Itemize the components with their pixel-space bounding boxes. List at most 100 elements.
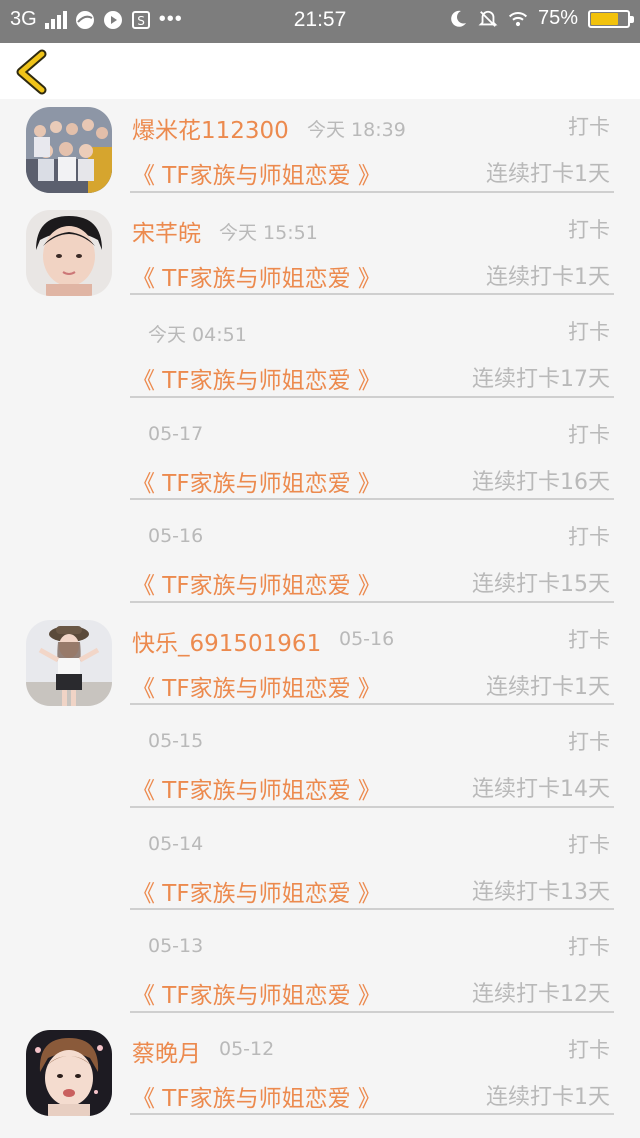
row-divider [130,1010,614,1013]
row-divider [130,293,614,295]
girl-avatar[interactable] [26,209,112,296]
streak-text: 连续打卡17天 [472,367,610,392]
checkin-time: 05-14 [148,832,204,855]
mute-icon [478,9,498,29]
row-divider [130,703,614,705]
checkin-time: 05-16 [339,627,395,650]
book-title[interactable]: 《 TF家族与师姐恋爱 》 [132,259,381,293]
checkin-label: 打卡 [568,832,610,857]
row-header: 05-16 打卡 [132,521,610,551]
moon-icon [448,9,468,29]
streak-text: 连续打卡14天 [472,777,610,802]
book-title[interactable]: 《 TF家族与师姐恋爱 》 [132,874,381,908]
top-nav [0,43,640,99]
checkin-time: 今天 18:39 [307,119,406,141]
checkin-time: 05-17 [148,422,204,445]
checkin-label: 打卡 [568,525,610,549]
wifi-icon [508,9,528,29]
checkin-time: 05-12 [219,1037,275,1060]
status-right: 75% [448,7,634,30]
checkin-time: 05-16 [148,525,204,547]
row-divider [130,395,614,398]
row-body: 《 TF家族与师姐恋爱 》 连续打卡15天 [132,566,610,599]
checkin-time: 05-15 [148,730,204,752]
book-title[interactable]: 《 TF家族与师姐恋爱 》 [132,464,381,498]
checkin-label: 打卡 [568,1037,610,1062]
book-title[interactable]: 《 TF家族与师姐恋爱 》 [132,976,381,1010]
row-body: 《 TF家族与师姐恋爱 》 连续打卡1天 [132,156,610,189]
row-header: 快乐_691501961 05-16 打卡 [132,624,610,657]
username[interactable]: 蔡晚月 [132,1034,201,1068]
row-body: 《 TF家族与师姐恋爱 》 连续打卡17天 [132,361,610,394]
battery-percent: 75% [537,7,578,29]
streak-text: 连续打卡1天 [486,674,610,700]
streak-text: 连续打卡13天 [472,879,610,905]
streak-text: 连续打卡1天 [486,1084,610,1110]
username[interactable]: 爆米花112300 [132,111,289,145]
row-body: 《 TF家族与师姐恋爱 》 连续打卡12天 [132,976,610,1009]
checkin-row[interactable]: 05-14 打卡 《 TF家族与师姐恋爱 》 连续打卡13天 [0,817,640,920]
checkin-row[interactable]: 快乐_691501961 05-16 打卡 《 TF家族与师姐恋爱 》 连续打卡… [0,612,640,715]
checkin-label: 打卡 [568,320,610,344]
username[interactable]: 快乐_691501961 [132,624,321,658]
username[interactable]: 宋芊皖 [132,214,201,248]
row-header: 05-17 打卡 [132,419,610,449]
row-divider [130,600,614,603]
row-body: 《 TF家族与师姐恋爱 》 连续打卡14天 [132,771,610,804]
checkin-time: 05-13 [148,935,204,957]
battery-icon [588,9,634,28]
row-header: 爆米花112300 今天 18:39 打卡 [132,111,610,144]
checkin-list: 爆米花112300 今天 18:39 打卡 《 TF家族与师姐恋爱 》 连续打卡… [0,99,640,1124]
book-title[interactable]: 《 TF家族与师姐恋爱 》 [132,566,381,600]
checkin-row[interactable]: 蔡晚月 05-12 打卡 《 TF家族与师姐恋爱 》 连续打卡1天 [0,1022,640,1125]
row-header: 05-13 打卡 [132,931,610,961]
row-divider [130,190,614,193]
back-button[interactable] [12,49,56,95]
row-header: 蔡晚月 05-12 打卡 [132,1034,610,1067]
row-divider [130,498,614,500]
streak-text: 连续打卡1天 [486,264,610,290]
row-divider [130,908,614,910]
streak-text: 连续打卡15天 [472,572,610,597]
book-title[interactable]: 《 TF家族与师姐恋爱 》 [132,669,381,703]
hat-girl-avatar[interactable] [26,619,112,706]
checkin-label: 打卡 [568,217,610,242]
book-title[interactable]: 《 TF家族与师姐恋爱 》 [132,1079,381,1113]
checkin-row[interactable]: 05-13 打卡 《 TF家族与师姐恋爱 》 连续打卡12天 [0,919,640,1022]
checkin-time: 今天 04:51 [148,324,247,346]
checkin-row[interactable]: 05-17 打卡 《 TF家族与师姐恋爱 》 连续打卡16天 [0,407,640,510]
book-title[interactable]: 《 TF家族与师姐恋爱 》 [132,156,381,190]
row-body: 《 TF家族与师姐恋爱 》 连续打卡1天 [132,259,610,292]
checkin-label: 打卡 [568,422,610,447]
chevron-left-icon [16,49,47,95]
row-body: 《 TF家族与师姐恋爱 》 连续打卡13天 [132,874,610,907]
streak-text: 连续打卡16天 [472,469,610,495]
row-header: 05-15 打卡 [132,726,610,756]
checkin-label: 打卡 [568,935,610,959]
row-header: 今天 04:51 打卡 [132,316,610,346]
checkin-row[interactable]: 今天 04:51 打卡 《 TF家族与师姐恋爱 》 连续打卡17天 [0,304,640,407]
row-body: 《 TF家族与师姐恋爱 》 连续打卡1天 [132,669,610,702]
row-body: 《 TF家族与师姐恋爱 》 连续打卡1天 [132,1079,610,1112]
checkin-row[interactable]: 爆米花112300 今天 18:39 打卡 《 TF家族与师姐恋爱 》 连续打卡… [0,99,640,202]
status-bar: 3G S ••• 21:57 75% [0,0,640,43]
checkin-time: 今天 15:51 [219,221,318,244]
checkin-label: 打卡 [568,627,610,652]
row-divider [130,1113,614,1115]
row-header: 05-14 打卡 [132,829,610,859]
checkin-row[interactable]: 05-15 打卡 《 TF家族与师姐恋爱 》 连续打卡14天 [0,714,640,817]
group-photo-avatar[interactable] [26,107,112,193]
checkin-label: 打卡 [568,730,610,754]
book-title[interactable]: 《 TF家族与师姐恋爱 》 [132,361,381,395]
checkin-label: 打卡 [568,115,610,139]
book-title[interactable]: 《 TF家族与师姐恋爱 》 [132,771,381,805]
streak-text: 连续打卡12天 [472,982,610,1007]
row-divider [130,805,614,808]
battery-level [591,12,618,25]
streak-text: 连续打卡1天 [486,162,610,187]
row-header: 宋芊皖 今天 15:51 打卡 [132,214,610,247]
boy-avatar[interactable] [26,1029,112,1116]
checkin-row[interactable]: 宋芊皖 今天 15:51 打卡 《 TF家族与师姐恋爱 》 连续打卡1天 [0,202,640,305]
checkin-row[interactable]: 05-16 打卡 《 TF家族与师姐恋爱 》 连续打卡15天 [0,509,640,612]
row-body: 《 TF家族与师姐恋爱 》 连续打卡16天 [132,464,610,497]
